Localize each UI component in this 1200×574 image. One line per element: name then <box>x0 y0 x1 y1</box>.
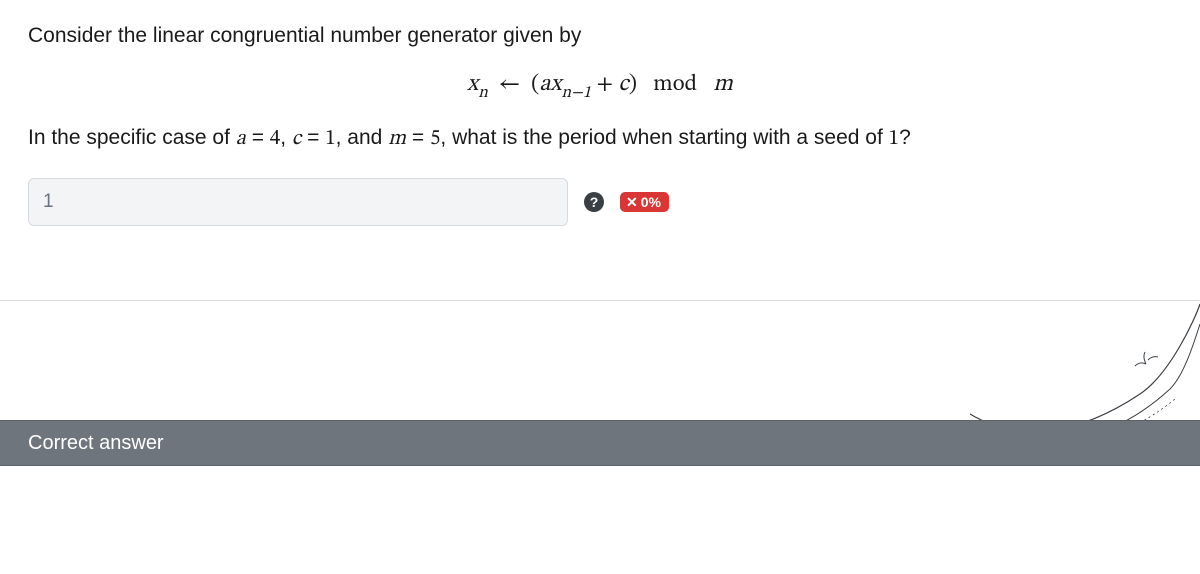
correct-answer-header: Correct answer <box>0 420 1200 466</box>
divider <box>0 300 1200 301</box>
question-formula: xn ← (axn−1 + c) mod m <box>28 70 1172 102</box>
score-badge: ✕ 0% <box>620 192 669 212</box>
answer-input[interactable] <box>28 178 568 226</box>
score-percent: 0% <box>641 195 661 209</box>
x-icon: ✕ <box>626 195 638 209</box>
question-intro: Consider the linear congruential number … <box>28 24 1172 48</box>
question-params: In the specific case of a = 4, c = 1, an… <box>28 126 1172 152</box>
help-icon[interactable]: ? <box>584 192 604 212</box>
answer-row: ? ✕ 0% <box>28 178 1172 226</box>
